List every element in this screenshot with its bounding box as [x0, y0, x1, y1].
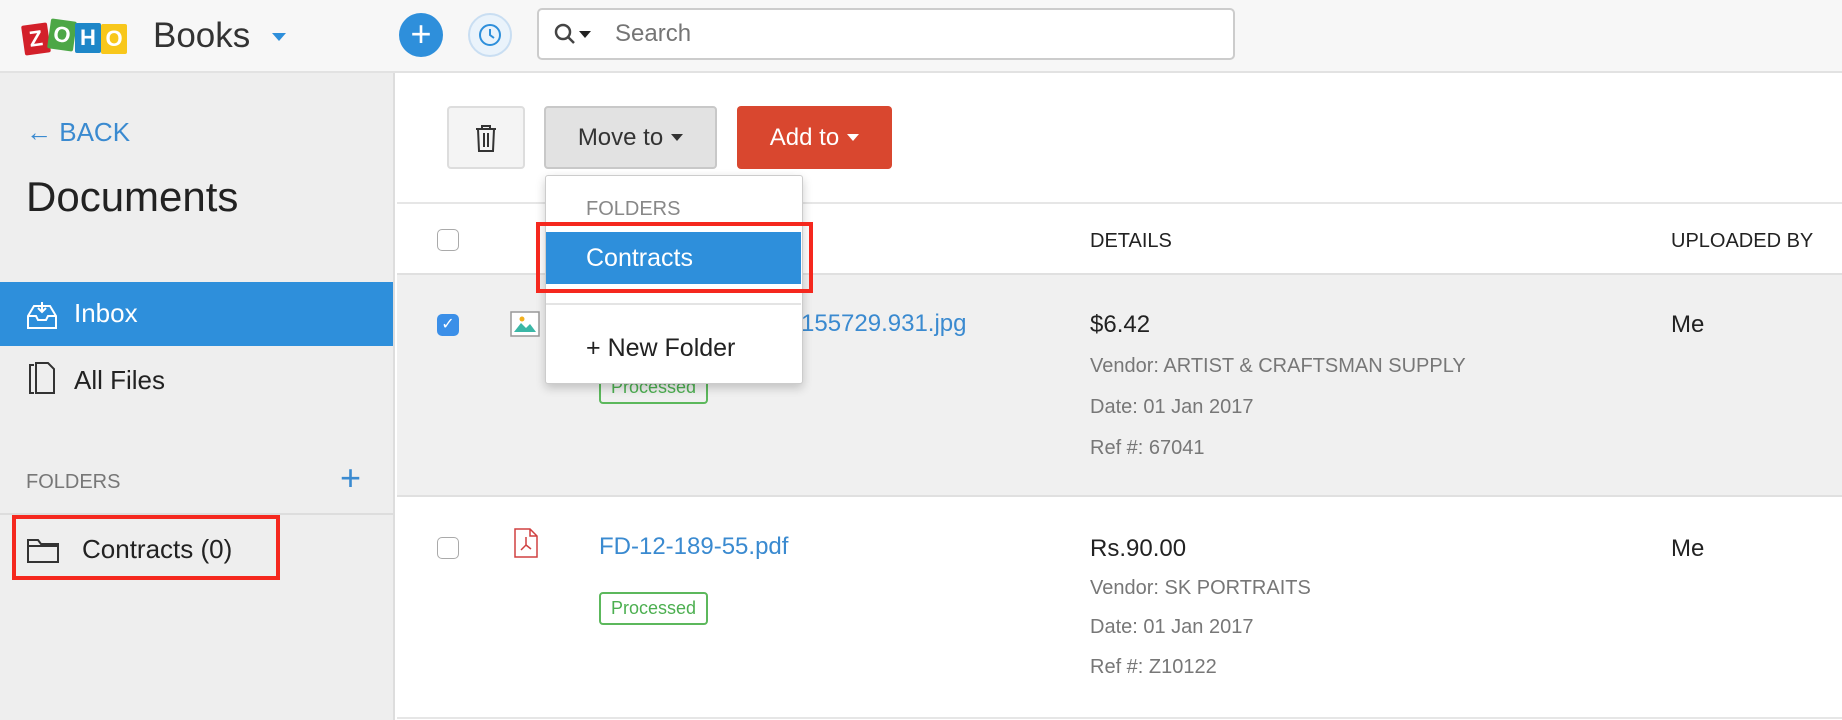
- date: Date: 01 Jan 2017: [1090, 396, 1254, 418]
- logo-letter: O: [101, 24, 127, 54]
- new-transaction-button[interactable]: +: [399, 13, 443, 57]
- search-input[interactable]: [615, 18, 1215, 50]
- status-badge: Processed: [599, 592, 709, 625]
- amount: $6.42: [1090, 311, 1151, 338]
- amount: Rs.90.00: [1090, 535, 1187, 562]
- logo-letter: O: [47, 18, 77, 52]
- vendor: Vendor: SK PORTRAITS: [1090, 577, 1311, 599]
- date: Date: 01 Jan 2017: [1090, 616, 1254, 638]
- reference: Ref #: Z10122: [1090, 656, 1217, 678]
- search-icon[interactable]: [553, 22, 595, 48]
- files-icon: [29, 362, 55, 394]
- checkmark-icon: ✓: [441, 316, 455, 333]
- caret-down-icon: [847, 134, 860, 141]
- folders-heading: FOLDERS: [26, 471, 121, 493]
- top-header: Z O H O Books +: [0, 0, 1842, 73]
- page-title: Documents: [26, 173, 239, 220]
- inbox-icon: [27, 302, 57, 329]
- move-to-label: Move to: [577, 123, 664, 151]
- sidebar: ← BACK Documents Inbox All Files FOLDERS…: [0, 73, 395, 720]
- sidebar-item-all-files[interactable]: All Files: [0, 353, 393, 409]
- app-switcher-caret-icon[interactable]: [272, 33, 286, 41]
- highlight-annotation: [536, 222, 813, 293]
- column-header-details: DETAILS: [1090, 230, 1172, 252]
- new-folder-label: New Folder: [607, 334, 736, 362]
- search-box[interactable]: [537, 8, 1235, 60]
- sidebar-item-inbox[interactable]: Inbox: [0, 282, 393, 346]
- pdf-file-icon: [514, 528, 538, 558]
- file-name-link[interactable]: FD-12-189-55.pdf: [599, 533, 788, 561]
- back-link[interactable]: ← BACK: [26, 117, 130, 148]
- image-file-icon: [510, 311, 540, 337]
- sidebar-item-label: All Files: [74, 365, 166, 395]
- row-checkbox[interactable]: [437, 537, 459, 559]
- uploaded-by: Me: [1671, 311, 1705, 338]
- back-label: BACK: [59, 117, 131, 147]
- add-folder-button[interactable]: +: [340, 457, 361, 499]
- add-to-label: Add to: [769, 123, 840, 151]
- row-checkbox[interactable]: ✓: [437, 314, 459, 336]
- column-header-uploaded-by: UPLOADED BY: [1671, 230, 1814, 252]
- uploaded-by: Me: [1671, 535, 1705, 562]
- zoho-logo[interactable]: Z O H O: [21, 18, 153, 56]
- file-name-link[interactable]: 155729.931.jpg: [801, 310, 967, 338]
- dropdown-heading: FOLDERS: [586, 198, 681, 220]
- delete-button[interactable]: [447, 106, 525, 169]
- history-clock-icon: [479, 24, 501, 46]
- sidebar-item-label: Inbox: [74, 298, 138, 328]
- select-all-checkbox[interactable]: [437, 229, 459, 251]
- reference: Ref #: 67041: [1090, 437, 1205, 459]
- highlight-annotation: [12, 515, 280, 580]
- plus-icon: +: [410, 13, 432, 54]
- logo-letter: H: [75, 23, 101, 53]
- add-to-button[interactable]: Add to: [737, 106, 892, 169]
- app-name[interactable]: Books: [153, 16, 250, 56]
- vendor: Vendor: ARTIST & CRAFTSMAN SUPPLY: [1090, 355, 1466, 377]
- trash-icon: [476, 124, 496, 152]
- new-folder-option[interactable]: + New Folder: [586, 334, 735, 363]
- plus-icon: +: [586, 334, 601, 362]
- logo-letter: Z: [21, 22, 51, 56]
- divider: [546, 303, 801, 305]
- arrow-left-icon: ←: [26, 117, 52, 147]
- table-row[interactable]: FD-12-189-55.pdf Processed Rs.90.00 Vend…: [397, 497, 1842, 719]
- recent-activity-button[interactable]: [468, 13, 512, 57]
- plus-icon: +: [340, 457, 362, 498]
- caret-down-icon: [671, 134, 684, 141]
- move-to-button[interactable]: Move to: [544, 106, 717, 169]
